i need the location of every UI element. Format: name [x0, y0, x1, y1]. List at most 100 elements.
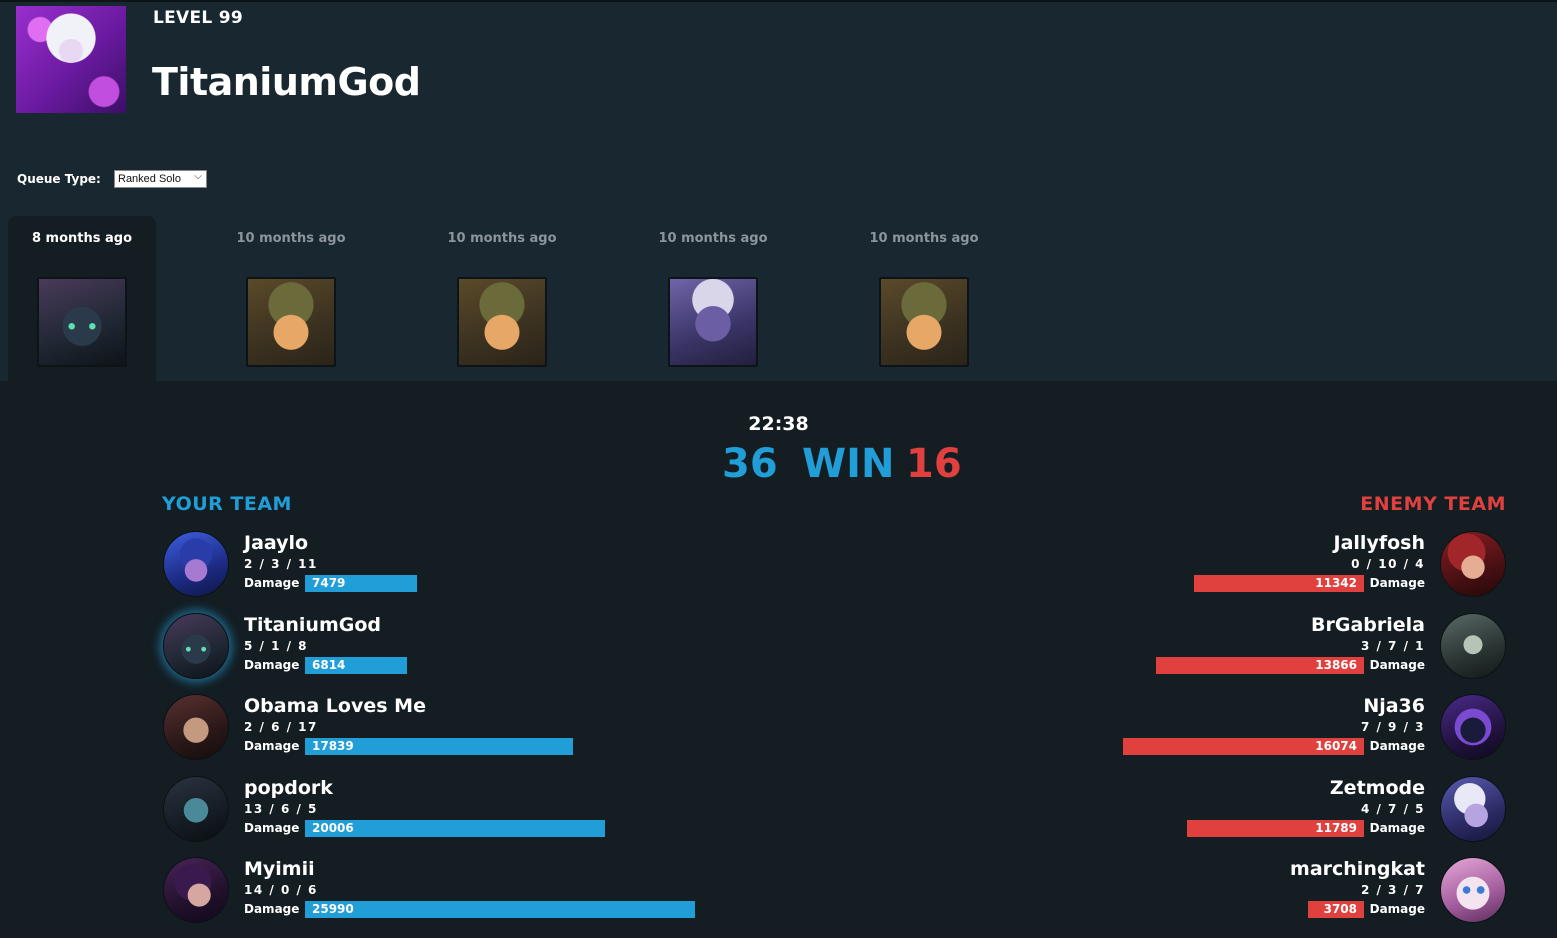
damage-bar: 7479 [305, 575, 417, 592]
ally-player-row: popdork 13 / 6 / 5 Damage 20006 [163, 776, 863, 846]
enemy-player-row: Zetmode 4 / 7 / 5 Damage 11789 [806, 776, 1506, 846]
player-kda: 2 / 6 / 17 [244, 720, 318, 734]
damage-label: Damage [244, 739, 300, 753]
profile-avatar-icon [16, 6, 126, 113]
damage-bar: 6814 [305, 657, 407, 674]
ally-player-row: Obama Loves Me 2 / 6 / 17 Damage 17839 [163, 694, 863, 764]
player-name[interactable]: marchingkat [1290, 858, 1425, 880]
damage-bar: 17839 [305, 738, 573, 755]
damage-value: 7479 [312, 576, 346, 590]
player-name[interactable]: Jaaylo [244, 532, 308, 554]
match-tab-2[interactable]: 10 months ago [217, 216, 365, 381]
damage-bar: 16074 [1123, 738, 1364, 755]
damage-label: Damage [244, 821, 300, 835]
damage-bar: 11789 [1187, 820, 1364, 837]
damage-label: Damage [1369, 902, 1425, 916]
queue-type-selected-value: Ranked Solo [118, 173, 181, 185]
yuumi-icon [1440, 857, 1506, 923]
player-name[interactable]: Obama Loves Me [244, 695, 426, 717]
teemo-icon [457, 277, 547, 367]
kassadin-icon [1440, 694, 1506, 760]
player-kda: 0 / 10 / 4 [1351, 557, 1425, 571]
your-team-title: YOUR TEAM [162, 493, 292, 515]
teemo-icon [246, 277, 336, 367]
player-name[interactable]: BrGabriela [1311, 614, 1425, 636]
damage-value: 16074 [1315, 739, 1357, 753]
match-time: 10 months ago [236, 231, 346, 246]
damage-value: 3708 [1323, 902, 1357, 916]
player-name[interactable]: Jallyfosh [1334, 532, 1425, 554]
match-tab-1[interactable]: 8 months ago [8, 216, 156, 381]
match-result: WIN [802, 441, 895, 487]
poppy-icon [668, 277, 758, 367]
player-name[interactable]: TitaniumGod [244, 614, 381, 636]
summoner-name: TitaniumGod [152, 60, 421, 104]
match-duration: 22:38 [748, 413, 809, 435]
teemo-icon [879, 277, 969, 367]
match-time: 8 months ago [31, 231, 133, 246]
xayah-icon [1440, 531, 1506, 597]
tristana-icon [163, 531, 229, 597]
damage-label: Damage [1369, 658, 1425, 672]
player-name[interactable]: popdork [244, 777, 333, 799]
kindred-icon [163, 613, 229, 679]
damage-label: Damage [1369, 576, 1425, 590]
match-time: 10 months ago [447, 231, 557, 246]
player-kda: 13 / 6 / 5 [244, 802, 318, 816]
damage-value: 11789 [1315, 821, 1357, 835]
player-name[interactable]: Zetmode [1330, 777, 1425, 799]
player-kda: 5 / 1 / 8 [244, 639, 309, 653]
ally-kills: 36 [722, 441, 778, 487]
damage-bar: 13866 [1156, 657, 1364, 674]
player-kda: 7 / 9 / 3 [1360, 720, 1425, 734]
match-time: 10 months ago [869, 231, 979, 246]
damage-bar: 25990 [305, 901, 695, 918]
ally-player-row: Jaaylo 2 / 3 / 11 Damage 7479 [163, 531, 863, 601]
match-tab-5[interactable]: 10 months ago [850, 216, 998, 381]
kindred-icon [37, 277, 127, 367]
damage-label: Damage [244, 658, 300, 672]
enemy-player-row: BrGabriela 3 / 7 / 1 Damage 13866 [806, 613, 1506, 683]
damage-value: 20006 [312, 821, 354, 835]
enemy-kills: 16 [906, 441, 962, 487]
match-tab-4[interactable]: 10 months ago [639, 216, 787, 381]
kayn-icon [163, 776, 229, 842]
damage-value: 6814 [312, 658, 346, 672]
player-kda: 2 / 3 / 11 [244, 557, 318, 571]
damage-value: 25990 [312, 902, 354, 916]
swain-icon [163, 694, 229, 760]
player-name[interactable]: Myimii [244, 858, 315, 880]
player-kda: 4 / 7 / 5 [1360, 802, 1425, 816]
evelynn-icon [163, 857, 229, 923]
player-kda: 3 / 7 / 1 [1360, 639, 1425, 653]
enemy-team-title: ENEMY TEAM [1360, 493, 1506, 515]
tristana-icon [1440, 776, 1506, 842]
enemy-player-row: Jallyfosh 0 / 10 / 4 Damage 11342 [806, 531, 1506, 601]
ally-player-row: Myimii 14 / 0 / 6 Damage 25990 [163, 857, 863, 927]
player-kda: 2 / 3 / 7 [1360, 883, 1425, 897]
enemy-player-row: marchingkat 2 / 3 / 7 Damage 3708 [806, 857, 1506, 927]
damage-bar: 20006 [305, 820, 605, 837]
player-name[interactable]: Nja36 [1363, 695, 1425, 717]
damage-bar: 3708 [1308, 901, 1364, 918]
damage-value: 17839 [312, 739, 354, 753]
damage-label: Damage [1369, 821, 1425, 835]
match-tab-3[interactable]: 10 months ago [428, 216, 576, 381]
match-time: 10 months ago [658, 231, 768, 246]
summoner-level: LEVEL 99 [153, 8, 244, 28]
enemy-player-row: Nja36 7 / 9 / 3 Damage 16074 [806, 694, 1506, 764]
queue-type-select[interactable]: Ranked Solo ⌵ [114, 170, 207, 188]
queue-type-label: Queue Type: [17, 172, 101, 186]
damage-value: 11342 [1315, 576, 1357, 590]
player-kda: 14 / 0 / 6 [244, 883, 318, 897]
mordekaiser-icon [1440, 613, 1506, 679]
window-top-border [0, 0, 1557, 2]
damage-label: Damage [244, 902, 300, 916]
damage-label: Damage [244, 576, 300, 590]
chevron-down-icon: ⌵ [194, 171, 202, 182]
ally-player-row: TitaniumGod 5 / 1 / 8 Damage 6814 [163, 613, 863, 683]
damage-bar: 11342 [1194, 575, 1364, 592]
damage-label: Damage [1369, 739, 1425, 753]
match-detail-panel: 22:38 36 WIN 16 YOUR TEAM ENEMY TEAM Jaa… [0, 381, 1557, 938]
damage-value: 13866 [1315, 658, 1357, 672]
